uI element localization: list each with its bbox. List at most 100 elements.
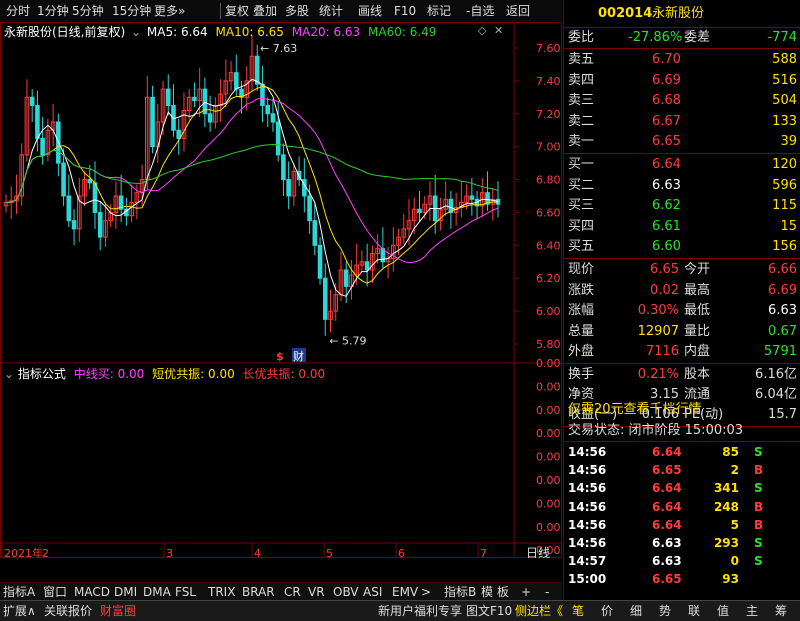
indicator-tab[interactable]: + — [521, 584, 531, 600]
stat-value: 5791 — [763, 344, 797, 359]
indicator-tab[interactable]: 指标B — [444, 584, 476, 600]
toolbar-item[interactable]: 分时 — [6, 3, 30, 19]
ma5-line — [5, 78, 499, 297]
status-right-item[interactable]: 新用户福利专享 — [378, 603, 462, 619]
side-tab[interactable]: 价 — [601, 603, 613, 619]
ask-row[interactable]: 卖四 6.69 516 — [564, 71, 800, 91]
ind-short-label: 短优共振: 0.00 — [152, 367, 235, 381]
ma60-line — [5, 143, 499, 204]
candle-body — [150, 96, 155, 148]
chart-panel[interactable]: 7.60 7.40 7.20 7.00 6.80 6.60 6.40 6.20 6.00 5.80… — [0, 22, 562, 558]
indicator-tab[interactable]: FSL — [175, 584, 196, 600]
bid-volume: 596 — [772, 177, 797, 193]
indicator-tab[interactable]: 窗口 — [43, 584, 67, 600]
status-right-item[interactable]: 图文F10 — [466, 603, 512, 619]
toolbar-item[interactable]: 画线 — [358, 3, 382, 19]
stat-row: 涨幅 0.30% 最低 6.63 — [564, 301, 800, 321]
indicator-title[interactable]: 指标公式 — [18, 367, 66, 381]
status-left-item[interactable]: 财富圈 — [100, 603, 136, 619]
indicator-tab[interactable]: TRIX — [208, 584, 235, 600]
ask-row[interactable]: 卖五 6.70 588 — [564, 50, 800, 70]
stat-label: 最低 — [684, 303, 711, 318]
ask-row[interactable]: 卖二 6.67 133 — [564, 112, 800, 132]
candle-body — [495, 198, 501, 205]
stat-label: 外盘 — [568, 344, 595, 359]
ma60-label: MA60: 6.49 — [368, 25, 437, 39]
indicator-header: ⌄ 指标公式 中线买: 0.00 短优共振: 0.00 长优共振: 0.00 — [4, 366, 325, 382]
high-annotation: ← 7.63 — [260, 42, 297, 55]
indicator-tab[interactable]: 指标A — [3, 584, 35, 600]
side-tab[interactable]: 值 — [717, 603, 729, 619]
indicator-tab[interactable]: DMI — [114, 584, 137, 600]
bid-row[interactable]: 买五 6.60 156 — [564, 237, 800, 257]
side-tab[interactable]: 联 — [688, 603, 700, 619]
toolbar-item[interactable]: 复权 — [220, 3, 249, 19]
stock-name: 永新股份 — [652, 6, 705, 21]
price-tick-label: 6.80 — [536, 174, 561, 187]
toolbar-item[interactable]: 统计 — [319, 3, 343, 19]
indicator-tab[interactable]: ASI — [363, 584, 382, 600]
tick-price: 6.64 — [652, 445, 682, 459]
price-tick-label: 6.40 — [536, 239, 561, 252]
status-left-item[interactable]: 关联报价 — [44, 603, 92, 619]
toolbar-item[interactable]: 1分钟 — [37, 3, 69, 19]
status-left-item[interactable]: 扩展∧ — [3, 603, 36, 619]
indicator-tab[interactable]: > — [421, 584, 431, 600]
ask-price: 6.67 — [652, 113, 681, 129]
side-tab[interactable]: 细 — [630, 603, 642, 619]
xaxis-label: 7 — [480, 547, 487, 558]
fin-value: 6.16亿 — [755, 367, 797, 382]
toolbar-item[interactable]: F10 — [394, 3, 416, 19]
candle-body — [207, 113, 213, 123]
ask-price: 6.65 — [652, 134, 681, 149]
side-tab[interactable]: 主 — [746, 603, 758, 619]
tick-volume: 341 — [713, 481, 739, 496]
xaxis-label: 3 — [166, 547, 173, 558]
bid-row[interactable]: 买三 6.62 115 — [564, 196, 800, 216]
toolbar-item[interactable]: 叠加 — [253, 3, 277, 19]
chevron-down-icon[interactable]: ⌄ — [131, 25, 141, 39]
toolbar-item[interactable]: -自选 — [466, 3, 494, 19]
diamond-icon[interactable]: ◇ — [478, 24, 486, 37]
bid-row[interactable]: 买一 6.64 120 — [564, 155, 800, 175]
toolbar-item[interactable]: 多股 — [285, 3, 309, 19]
indicator-tab[interactable]: EMV — [392, 584, 418, 600]
candle-body — [71, 220, 77, 230]
close-icon[interactable]: ✕ — [494, 24, 503, 37]
collapse-icon[interactable]: ⌄ — [4, 367, 14, 381]
side-tab[interactable]: 势 — [659, 603, 671, 619]
indicator-tab[interactable]: DMA — [143, 584, 171, 600]
indicator-tab[interactable]: BRAR — [242, 584, 275, 600]
indicator-tab[interactable]: 模 板 — [481, 584, 509, 600]
indicator-tab[interactable]: CR — [284, 584, 301, 600]
kline-chart[interactable]: 7.60 7.40 7.20 7.00 6.80 6.60 6.40 6.20 6.00 5.80… — [0, 22, 562, 558]
ask-row[interactable]: 卖一 6.65 39 — [564, 132, 800, 152]
toolbar-item[interactable]: 15分钟 — [112, 3, 151, 19]
stat-row: 外盘 7116 内盘 5791 — [564, 342, 800, 362]
indicator-tab[interactable]: OBV — [333, 584, 359, 600]
side-tab[interactable]: 笔 — [572, 603, 584, 619]
ask-price: 6.69 — [652, 72, 681, 88]
indicator-tab[interactable]: VR — [308, 584, 325, 600]
promo-link[interactable]: 仅需20元查看千档行情 — [564, 400, 800, 420]
toolbar-item[interactable]: 5分钟 — [72, 3, 104, 19]
indicator-tab[interactable]: - — [545, 584, 549, 600]
stat-value: 6.65 — [650, 262, 679, 277]
stat-label: 总量 — [568, 323, 595, 339]
main-chart-header: 永新股份(日线,前复权) ⌄ MA5: 6.64 MA10: 6.65 MA20… — [4, 23, 436, 41]
candle-body — [192, 96, 197, 102]
status-right-item[interactable]: 侧边栏《 — [515, 603, 563, 619]
toolbar-item[interactable]: 更多» — [154, 3, 185, 19]
stat-row: 涨跌 0.02 最高 6.69 — [564, 281, 800, 301]
ask-label: 卖五 — [568, 52, 595, 67]
toolbar-item[interactable]: 标记 — [427, 3, 451, 19]
side-tab[interactable]: 筹 — [775, 603, 787, 619]
ask-row[interactable]: 卖三 6.68 504 — [564, 91, 800, 111]
tick-row: 15:00 6.65 93 — [564, 569, 800, 589]
bid-row[interactable]: 买四 6.61 15 — [564, 217, 800, 237]
bid-row[interactable]: 买二 6.63 596 — [564, 176, 800, 196]
toolbar-item[interactable]: 返回 — [506, 3, 530, 19]
indicator-tab[interactable]: MACD — [74, 584, 110, 600]
finance-mark: 财 — [293, 349, 304, 363]
bid-label: 买三 — [568, 198, 595, 213]
